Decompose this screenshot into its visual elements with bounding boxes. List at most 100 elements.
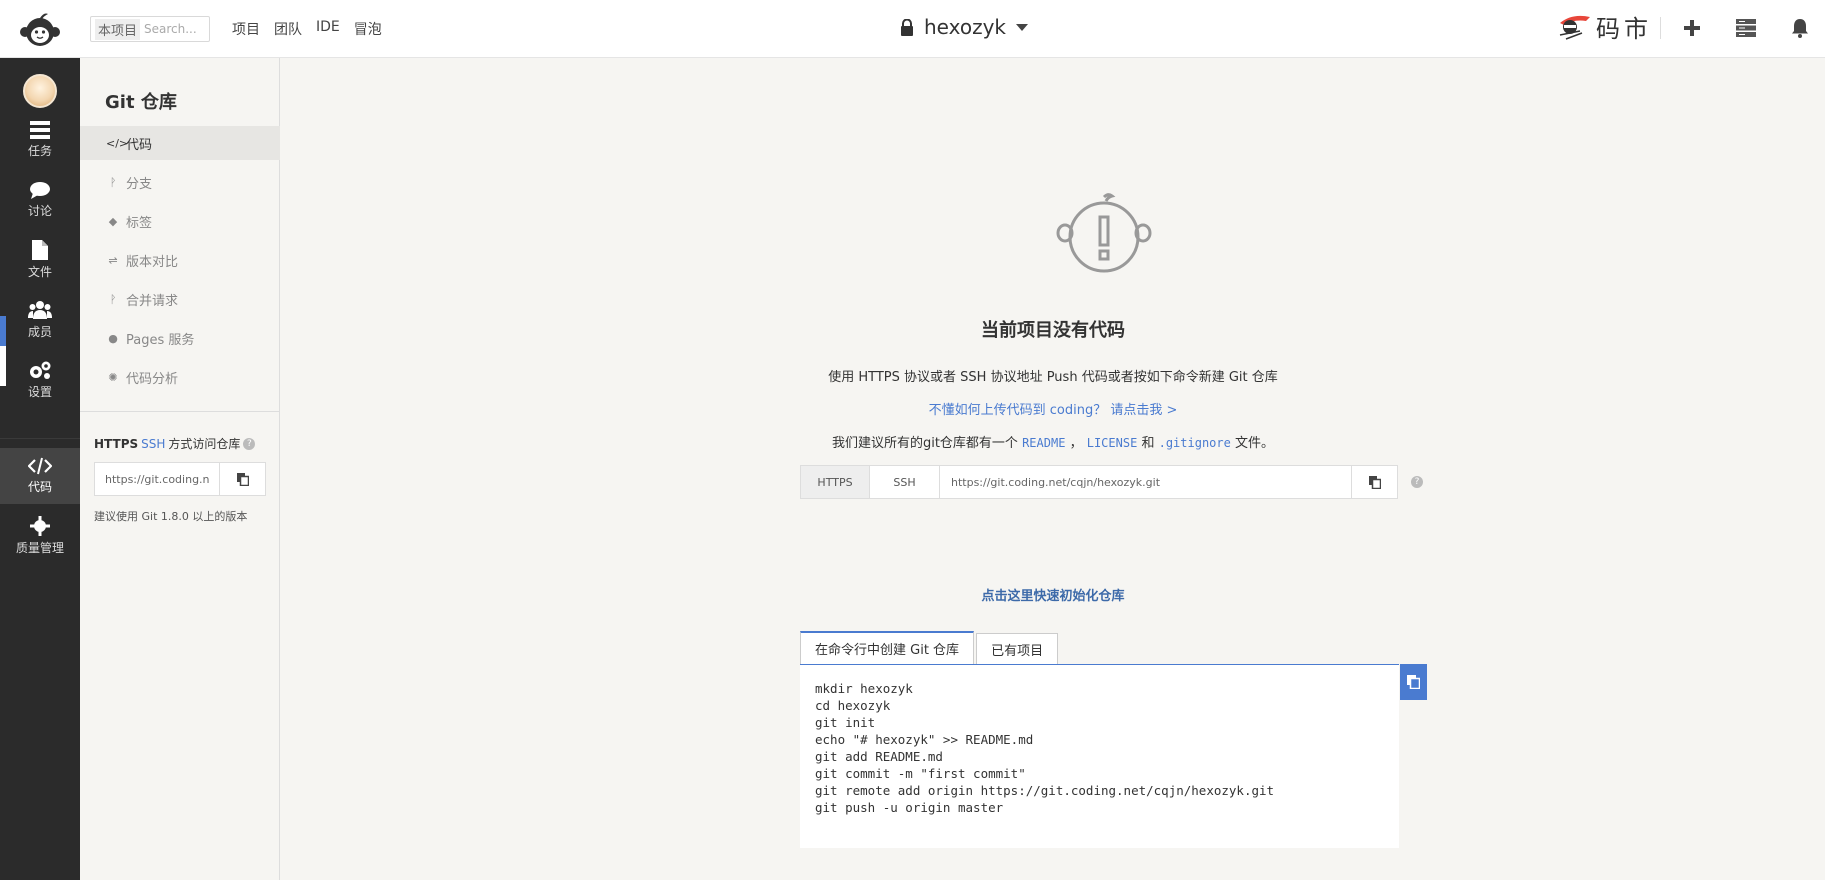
search-scope[interactable]: 本项目: [95, 18, 141, 40]
subnav-item-code[interactable]: </> 代码: [80, 126, 280, 160]
subnav-item-label: 分支: [126, 176, 153, 192]
readme-code: README: [1022, 436, 1066, 450]
upload-help-link[interactable]: 不懂如何上传代码到 coding？ 请点击我 >: [281, 399, 1825, 418]
command-tabs: 在命令行中创建 Git 仓库 已有项目: [800, 631, 1059, 664]
sidebar-item-label: 代码: [27, 480, 52, 494]
access-url-box: [94, 462, 266, 496]
server-icon[interactable]: [1733, 15, 1759, 41]
sidebar-item-label: 讨论: [27, 204, 52, 218]
sidebar-item-label: 任务: [27, 144, 52, 158]
subnav-title: Git 仓库: [105, 92, 177, 113]
tab-new-repo[interactable]: 在命令行中创建 Git 仓库: [800, 631, 975, 664]
tab-existing-project[interactable]: 已有项目: [976, 633, 1059, 664]
empty-description: 使用 HTTPS 协议或者 SSH 协议地址 Push 代码或者按如下命令新建 …: [828, 370, 1278, 385]
nav-projects[interactable]: 项目: [232, 19, 260, 39]
sidebar-item-label: 质量管理: [15, 541, 64, 555]
main-sidebar: 任务 讨论 文件 成员 设置 代码 质量管理: [0, 58, 80, 880]
sidebar-item-files[interactable]: 文件: [0, 232, 80, 288]
empty-title: 当前项目没有代码: [981, 320, 1125, 341]
repo-switcher[interactable]: hexozyk: [900, 15, 1029, 39]
code-icon: </>: [106, 136, 129, 150]
license-code: LICENSE: [1086, 436, 1138, 450]
nav-bubble[interactable]: 冒泡: [354, 19, 382, 39]
coding-logo-icon[interactable]: [18, 10, 62, 48]
quick-init-link[interactable]: 点击这里快速初始化仓库: [281, 585, 1825, 604]
clone-url-input[interactable]: https://git.coding.net/cqjn/hexozyk.git: [940, 465, 1352, 499]
branch-icon: ᚹ: [109, 175, 117, 189]
copy-icon[interactable]: [1400, 664, 1427, 700]
analysis-icon: ✺: [108, 370, 118, 384]
top-nav: 项目 团队 IDE 冒泡: [232, 19, 382, 39]
bell-icon[interactable]: [1787, 15, 1813, 41]
plus-icon[interactable]: [1679, 15, 1705, 41]
users-icon: [28, 301, 52, 319]
search-box[interactable]: 本项目 Search...: [90, 16, 210, 42]
copy-icon[interactable]: [219, 463, 265, 495]
subnav-item-label: 代码分析: [126, 371, 179, 387]
avatar[interactable]: [23, 74, 57, 108]
access-ssh[interactable]: SSH: [141, 437, 165, 451]
access-title: HTTPS SSH 方式访问仓库 ?: [94, 435, 256, 452]
subnav-item-pages[interactable]: ● Pages 服务: [80, 321, 280, 355]
help-icon[interactable]: ?: [243, 437, 256, 450]
subnav-item-branches[interactable]: ᚹ 分支: [80, 165, 280, 199]
tasks-icon: [30, 121, 50, 139]
sidebar-item-label: 设置: [27, 385, 52, 399]
access-https[interactable]: HTTPS: [94, 437, 138, 451]
sidebar-item-code[interactable]: 代码: [0, 448, 80, 504]
suggest-comma: ，: [1069, 436, 1083, 451]
compare-icon: ⇌: [108, 253, 118, 267]
command-code[interactable]: mkdir hexozyk cd hexozyk git init echo "…: [815, 680, 1274, 816]
top-actions: [1660, 15, 1825, 41]
sidebar-item-settings[interactable]: 设置: [0, 352, 80, 408]
access-url-input[interactable]: [95, 463, 219, 495]
subnav-item-label: 合并请求: [126, 293, 179, 309]
subnav-item-tags[interactable]: ◆ 标签: [80, 204, 280, 238]
subnav-item-label: 标签: [126, 215, 153, 231]
subnav-item-label: 版本对比: [126, 254, 179, 270]
subnav-item-label: 代码: [126, 137, 153, 153]
nav-ide[interactable]: IDE: [316, 19, 340, 39]
sidebar-item-quality[interactable]: 质量管理: [0, 508, 80, 564]
suggestion-text: 我们建议所有的git仓库都有一个 README ， LICENSE 和 .git…: [281, 432, 1825, 451]
code-mart-logo[interactable]: 码市: [1556, 6, 1652, 46]
code-icon: [28, 457, 52, 475]
repo-subnav: Git 仓库 </> 代码 ᚹ 分支 ◆ 标签 ⇌ 版本对比 ᚹ 合并请求 ● …: [80, 58, 280, 880]
command-code-block: mkdir hexozyk cd hexozyk git init echo "…: [800, 664, 1399, 848]
subnav-item-merge-requests[interactable]: ᚹ 合并请求: [80, 282, 280, 316]
empty-repo-icon: [1056, 193, 1152, 273]
ssh-toggle[interactable]: SSH: [870, 465, 940, 499]
subnav-divider: [80, 411, 280, 412]
sidebar-item-members[interactable]: 成员: [0, 292, 80, 348]
sidebar-item-label: 成员: [27, 325, 52, 339]
sidebar-item-tasks[interactable]: 任务: [0, 112, 80, 168]
merge-icon: ᚹ: [109, 292, 117, 306]
search-input[interactable]: Search...: [144, 22, 197, 36]
help-icon[interactable]: ?: [1411, 476, 1423, 488]
copy-icon[interactable]: [1352, 465, 1398, 499]
main-content: 当前项目没有代码 使用 HTTPS 协议或者 SSH 协议地址 Push 代码或…: [281, 58, 1825, 880]
sidebar-item-discussion[interactable]: 讨论: [0, 172, 80, 228]
file-icon: [32, 240, 48, 260]
git-version-note: 建议使用 Git 1.8.0 以上的版本: [94, 510, 248, 523]
sidebar-item-label: 文件: [27, 265, 52, 279]
suggest-suffix: 文件。: [1235, 436, 1275, 451]
suggest-and: 和: [1141, 436, 1155, 451]
subnav-item-label: Pages 服务: [126, 332, 195, 348]
tag-icon: ◆: [108, 214, 118, 228]
market-title: 码市: [1596, 14, 1652, 43]
nav-team[interactable]: 团队: [274, 19, 302, 39]
divider: [1660, 17, 1661, 39]
gitignore-code: .gitignore: [1158, 436, 1231, 450]
comment-icon: [30, 182, 50, 199]
ninja-icon: [1559, 15, 1590, 40]
https-toggle[interactable]: HTTPS: [800, 465, 870, 499]
top-bar: 本项目 Search... 项目 团队 IDE 冒泡 hexozyk 码市: [0, 0, 1825, 58]
sidebar-divider: [0, 438, 80, 439]
subnav-item-analysis[interactable]: ✺ 代码分析: [80, 360, 280, 394]
subnav-item-compare[interactable]: ⇌ 版本对比: [80, 243, 280, 277]
clone-url-row: HTTPS SSH https://git.coding.net/cqjn/he…: [800, 465, 1398, 499]
access-label: 方式访问仓库: [168, 437, 241, 451]
lock-icon: [901, 18, 913, 36]
quality-icon: [30, 516, 50, 536]
